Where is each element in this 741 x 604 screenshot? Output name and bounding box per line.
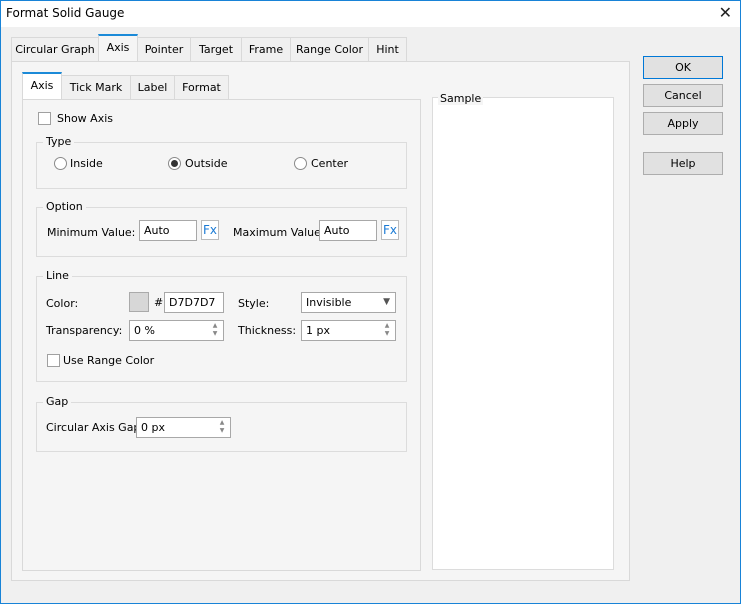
outside-radio[interactable] <box>168 157 181 170</box>
inside-radio[interactable] <box>54 157 67 170</box>
style-select[interactable]: Invisible ▼ <box>301 292 396 313</box>
circular-axis-gap-value: 0 px <box>141 421 165 434</box>
chevron-down-icon[interactable]: ▼ <box>383 296 390 309</box>
tab-circular-graph[interactable]: Circular Graph <box>11 37 99 62</box>
center-label: Center <box>311 157 349 170</box>
spinner-arrows-icon[interactable]: ▲ ▼ <box>380 322 394 339</box>
subtab-format[interactable]: Format <box>174 75 229 100</box>
maximum-value-label: Maximum Value: <box>233 226 325 239</box>
use-range-color-label: Use Range Color <box>63 354 155 367</box>
circular-axis-gap-input[interactable]: 0 px ▲ ▼ <box>136 417 231 438</box>
hash-label: # <box>154 296 164 309</box>
subtab-axis[interactable]: Axis <box>22 72 62 99</box>
sample-title: Sample <box>438 92 484 105</box>
cancel-button[interactable]: Cancel <box>643 84 723 107</box>
type-group-title: Type <box>43 135 75 148</box>
help-button[interactable]: Help <box>643 152 723 175</box>
spinner-arrows-icon[interactable]: ▲ ▼ <box>208 322 222 339</box>
use-range-color-checkbox[interactable] <box>47 354 60 367</box>
thickness-label: Thickness: <box>238 324 297 337</box>
maximum-value-input[interactable]: Auto <box>319 220 377 241</box>
tab-axis[interactable]: Axis <box>98 34 138 61</box>
outside-label: Outside <box>185 157 228 170</box>
transparency-value: 0 % <box>134 324 155 337</box>
tab-target[interactable]: Target <box>190 37 242 62</box>
thickness-input[interactable]: 1 px ▲ ▼ <box>301 320 396 341</box>
minimum-fx-button[interactable]: Fx <box>201 220 219 240</box>
tab-range-color[interactable]: Range Color <box>290 37 369 62</box>
tab-frame[interactable]: Frame <box>241 37 291 62</box>
apply-button[interactable]: Apply <box>643 112 723 135</box>
minimum-value-label: Minimum Value: <box>47 226 136 239</box>
transparency-input[interactable]: 0 % ▲ ▼ <box>129 320 224 341</box>
tab-pointer[interactable]: Pointer <box>137 37 191 62</box>
inside-label: Inside <box>70 157 103 170</box>
subtab-label[interactable]: Label <box>130 75 175 100</box>
style-value: Invisible <box>306 296 352 309</box>
thickness-value: 1 px <box>306 324 330 337</box>
maximum-fx-button[interactable]: Fx <box>381 220 399 240</box>
color-label: Color: <box>46 297 79 310</box>
show-axis-checkbox[interactable] <box>38 112 51 125</box>
ok-button[interactable]: OK <box>643 56 723 79</box>
gap-group-title: Gap <box>43 395 72 408</box>
circular-axis-gap-label: Circular Axis Gap: <box>46 421 145 434</box>
window-title: Format Solid Gauge <box>6 6 125 20</box>
title-bar: Format Solid Gauge ✕ <box>1 1 740 27</box>
sample-preview <box>432 97 614 570</box>
style-label: Style: <box>238 297 270 310</box>
line-group-title: Line <box>43 269 72 282</box>
option-group-title: Option <box>43 200 86 213</box>
close-icon[interactable]: ✕ <box>719 3 732 22</box>
tab-hint[interactable]: Hint <box>368 37 407 62</box>
color-hex-input[interactable]: D7D7D7 <box>164 292 224 313</box>
subtab-tick-mark[interactable]: Tick Mark <box>61 75 131 100</box>
transparency-label: Transparency: <box>46 324 123 337</box>
color-swatch-button[interactable] <box>129 292 149 312</box>
center-radio[interactable] <box>294 157 307 170</box>
minimum-value-input[interactable]: Auto <box>139 220 197 241</box>
show-axis-label: Show Axis <box>57 112 113 125</box>
spinner-arrows-icon[interactable]: ▲ ▼ <box>215 419 229 436</box>
